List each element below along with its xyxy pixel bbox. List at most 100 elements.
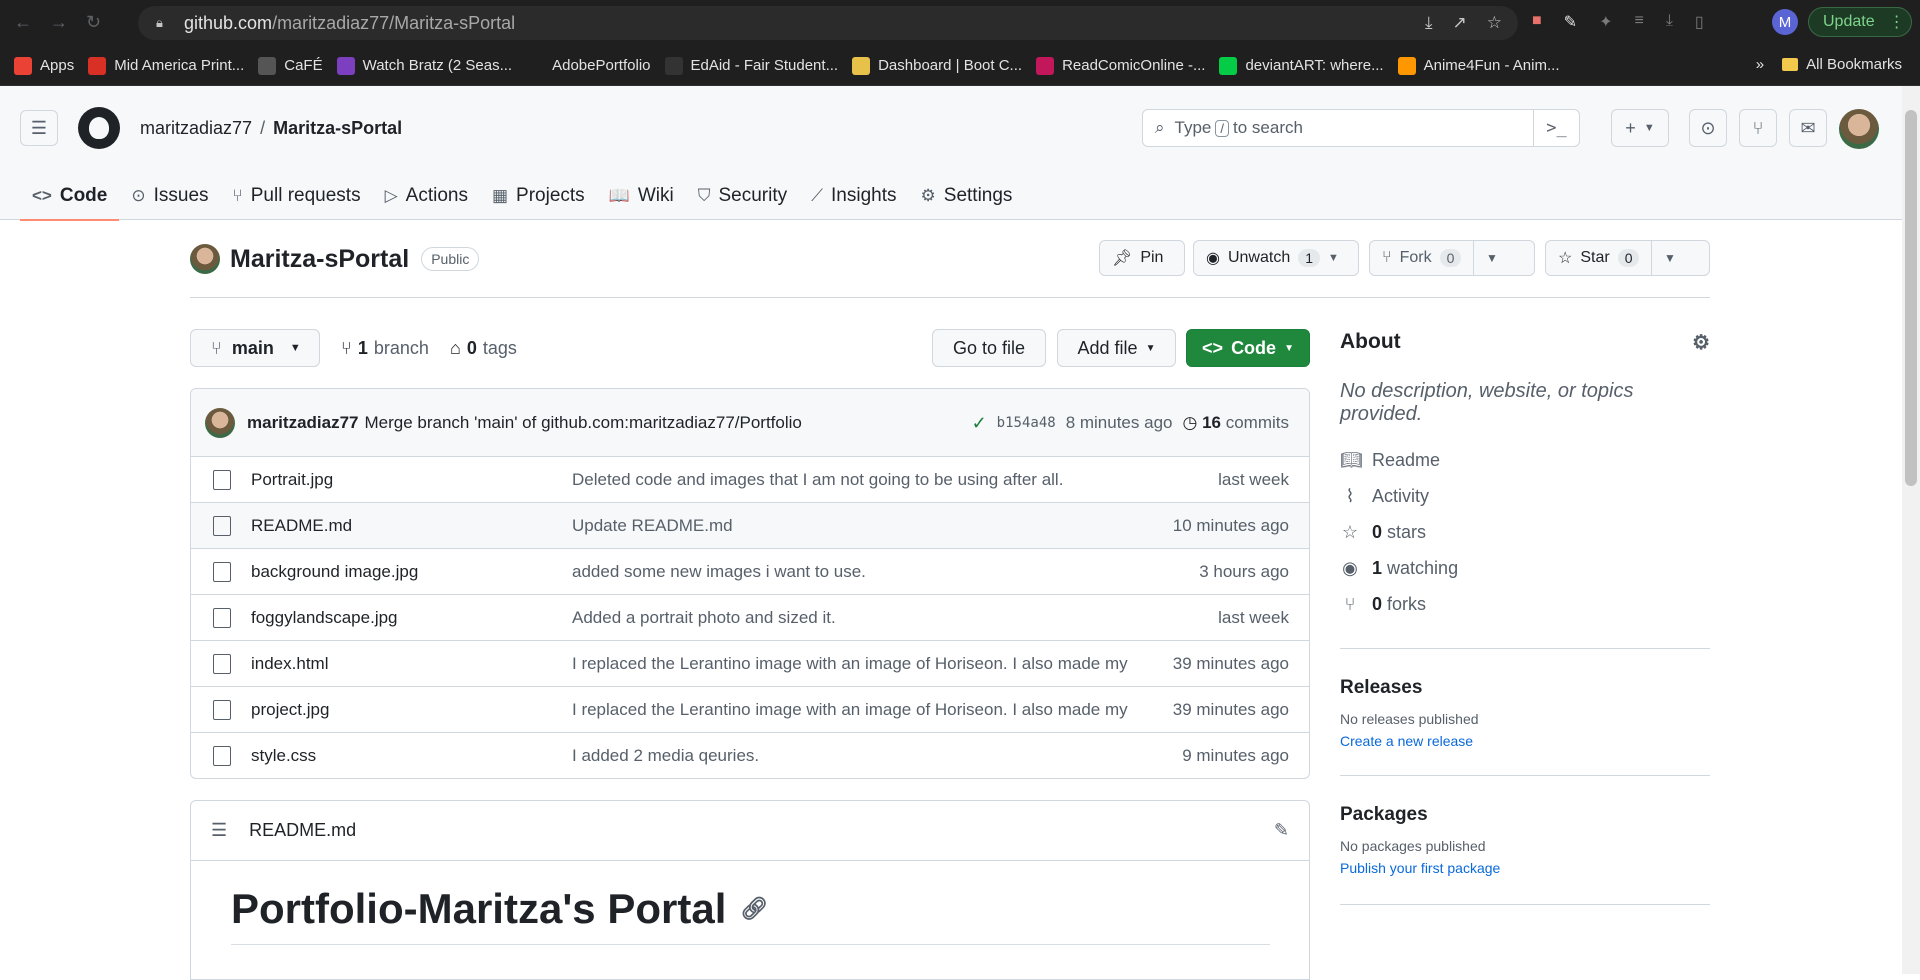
download-icon[interactable]: ⤓ <box>1666 12 1673 32</box>
file-commit-message[interactable]: added some new images i want to use. <box>572 562 1142 582</box>
issues-button[interactable]: ⊙ <box>1689 109 1727 147</box>
tab-pull-requests[interactable]: ⑂ Pull requests <box>221 172 373 220</box>
create-new-button[interactable]: + ▼ <box>1611 109 1669 147</box>
extension-list-icon[interactable]: ≡ <box>1634 12 1643 32</box>
bookmark-item[interactable]: Anime4Fun - Anim... <box>1397 56 1559 75</box>
outline-list-icon[interactable]: ☰ <box>211 820 227 841</box>
bookmark-item[interactable]: Mid America Print... <box>88 56 244 75</box>
bookmark-item[interactable]: Watch Bratz (2 Seas... <box>336 56 512 75</box>
file-commit-message[interactable]: Added a portrait photo and sized it. <box>572 608 1142 628</box>
check-icon[interactable]: ✓ <box>972 413 987 434</box>
bookmark-star-icon[interactable]: ☆ <box>1487 13 1502 33</box>
file-name[interactable]: index.html <box>251 654 328 674</box>
releases-heading[interactable]: Releases <box>1340 677 1710 699</box>
tags-link[interactable]: ⌂ 0 tags <box>450 338 517 359</box>
forward-icon[interactable]: → <box>50 12 68 33</box>
commits-link[interactable]: ◷ 16 commits <box>1182 413 1289 433</box>
profile-avatar[interactable]: M <box>1772 9 1798 35</box>
file-row[interactable]: project.jpg I replaced the Lerantino imag… <box>191 687 1309 733</box>
activity-link[interactable]: ⌇ Activity <box>1340 478 1710 514</box>
file-name[interactable]: style.css <box>251 746 316 766</box>
repo-link[interactable]: Maritza-sPortal <box>273 118 402 138</box>
scrollbar-thumb[interactable] <box>1905 110 1917 486</box>
file-name[interactable]: Portrait.jpg <box>251 470 333 490</box>
star-button[interactable]: ☆ Star 0 <box>1546 241 1651 275</box>
file-commit-message[interactable]: I added 2 media qeuries. <box>572 746 1142 766</box>
branches-link[interactable]: ⑂ 1 branch <box>341 338 429 359</box>
bookmark-item[interactable]: ReadComicOnline -... <box>1036 56 1205 75</box>
tab-wiki[interactable]: 📖 Wiki <box>597 172 686 220</box>
extension-eyedropper-icon[interactable]: ✎ <box>1564 12 1577 32</box>
bookmark-item[interactable]: Dashboard | Boot C... <box>852 56 1022 75</box>
github-logo-icon[interactable] <box>78 107 120 149</box>
packages-heading[interactable]: Packages <box>1340 804 1710 826</box>
inbox-button[interactable]: ✉ <box>1789 109 1827 147</box>
side-panel-icon[interactable]: ▯ <box>1695 12 1704 32</box>
install-icon[interactable]: ⤓ <box>1425 13 1433 33</box>
tab-code[interactable]: <> Code <box>20 172 120 221</box>
publish-package-link[interactable]: Publish your first package <box>1340 860 1710 876</box>
lock-icon[interactable]: 🔒︎ <box>156 15 170 31</box>
code-button[interactable]: <> Code ▼ <box>1186 329 1310 367</box>
update-button[interactable]: Update ⋮ <box>1808 7 1912 37</box>
star-dropdown[interactable]: ▼ <box>1651 241 1687 275</box>
stars-link[interactable]: ☆ 0 stars <box>1340 514 1710 550</box>
file-name[interactable]: foggylandscape.jpg <box>251 608 398 628</box>
watching-link[interactable]: ◉ 1 watching <box>1340 550 1710 586</box>
user-avatar[interactable] <box>1839 109 1879 149</box>
pin-button[interactable]: 📌︎ Pin <box>1099 240 1185 276</box>
go-to-file-button[interactable]: Go to file <box>932 329 1046 367</box>
search-input[interactable]: ⌕ Type / to search >_ <box>1142 109 1580 147</box>
address-bar[interactable]: 🔒︎ github.com/maritzadiaz77/Maritza-sPor… <box>138 6 1518 40</box>
extension-record-icon[interactable]: ■ <box>1532 12 1542 32</box>
file-commit-message[interactable]: Deleted code and images that I am not go… <box>572 470 1142 490</box>
url-text[interactable]: github.com/maritzadiaz77/Maritza-sPortal <box>184 13 515 34</box>
tab-settings[interactable]: ⚙ Settings <box>909 172 1025 220</box>
bookmark-item[interactable]: Apps <box>14 56 74 75</box>
file-row[interactable]: Portrait.jpg Deleted code and images that… <box>191 457 1309 503</box>
fork-button[interactable]: ⑂ Fork 0 <box>1370 241 1473 275</box>
file-commit-message[interactable]: Update README.md <box>572 516 1142 536</box>
owner-avatar[interactable] <box>190 244 220 274</box>
all-bookmarks-button[interactable]: All Bookmarks <box>1782 56 1902 73</box>
file-row[interactable]: README.md Update README.md 10 minutes ago <box>191 503 1309 549</box>
bookmark-item[interactable]: AdobePortfolio <box>526 56 651 75</box>
commit-message[interactable]: Merge branch 'main' of github.com:maritz… <box>365 413 802 433</box>
file-row[interactable]: background image.jpg added some new image… <box>191 549 1309 595</box>
command-palette-icon[interactable]: >_ <box>1533 110 1579 146</box>
commit-author-avatar[interactable] <box>205 407 235 438</box>
tab-issues[interactable]: ⊙ Issues <box>119 172 220 220</box>
commit-author[interactable]: maritzadiaz77 <box>247 413 359 433</box>
extension-puzzle-icon[interactable]: ✦ <box>1599 12 1612 32</box>
file-row[interactable]: index.html I replaced the Lerantino image… <box>191 641 1309 687</box>
readme-filename[interactable]: README.md <box>249 820 356 841</box>
link-icon[interactable]: 🔗︎ <box>740 896 768 922</box>
page-scrollbar[interactable] <box>1902 86 1920 974</box>
create-release-link[interactable]: Create a new release <box>1340 733 1710 749</box>
double-chevron-icon[interactable]: » <box>1756 56 1764 73</box>
gear-icon[interactable]: ⚙ <box>1692 330 1710 355</box>
file-commit-message[interactable]: I replaced the Lerantino image with an i… <box>572 700 1142 720</box>
bookmark-item[interactable]: CaFÉ <box>258 56 323 75</box>
bookmark-item[interactable]: deviantART: where... <box>1219 56 1384 75</box>
pencil-icon[interactable]: ✎ <box>1274 820 1289 841</box>
tab-actions[interactable]: ▷ Actions <box>373 172 480 220</box>
commit-sha[interactable]: b154a48 <box>997 415 1056 431</box>
forks-link[interactable]: ⑂ 0 forks <box>1340 586 1710 622</box>
reload-icon[interactable]: ↻ <box>86 12 101 33</box>
file-name[interactable]: project.jpg <box>251 700 329 720</box>
add-file-button[interactable]: Add file ▼ <box>1057 329 1176 367</box>
back-icon[interactable]: ← <box>14 12 32 33</box>
readme-link[interactable]: 📖︎ Readme <box>1340 442 1710 478</box>
hamburger-menu-icon[interactable]: ☰ <box>20 110 58 146</box>
share-icon[interactable]: ↗ <box>1453 13 1467 33</box>
tab-insights[interactable]: ⟋ Insights <box>799 172 908 220</box>
file-name[interactable]: background image.jpg <box>251 562 418 582</box>
file-row[interactable]: foggylandscape.jpg Added a portrait photo… <box>191 595 1309 641</box>
pull-requests-button[interactable]: ⑂ <box>1739 109 1777 147</box>
branch-select[interactable]: ⑂ main ▼ <box>190 329 320 367</box>
owner-link[interactable]: maritzadiaz77 <box>140 118 252 138</box>
fork-dropdown[interactable]: ▼ <box>1473 241 1509 275</box>
file-name[interactable]: README.md <box>251 516 352 536</box>
unwatch-button[interactable]: ◉ Unwatch 1 ▼ <box>1193 240 1359 276</box>
